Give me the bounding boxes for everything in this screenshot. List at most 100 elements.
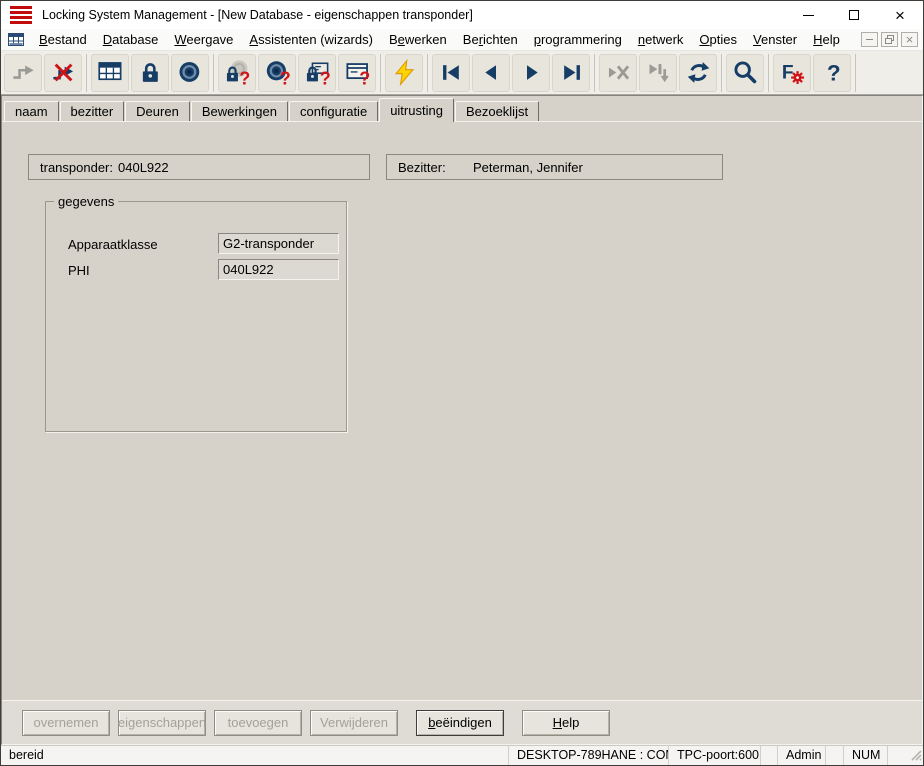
transponder-box: transponder: 040L922 xyxy=(28,154,370,180)
close-button[interactable]: × xyxy=(877,1,923,29)
menubar: BestandDatabaseWeergaveAssistenten (wiza… xyxy=(1,29,923,51)
svg-text:?: ? xyxy=(319,68,330,86)
mdi-close-button[interactable]: × xyxy=(901,32,918,47)
toolbar-nav-last-button[interactable] xyxy=(552,54,590,92)
menu-item-venster[interactable]: Venster xyxy=(745,30,805,49)
toolbar-read-transponder-button[interactable]: ? xyxy=(258,54,296,92)
window-title: Locking System Management - [New Databas… xyxy=(42,8,473,22)
menu-item-berichten[interactable]: Berichten xyxy=(455,30,526,49)
toolbar-new-transponder-button[interactable] xyxy=(171,54,209,92)
menu-item-bestand[interactable]: Bestand xyxy=(31,30,95,49)
apparaatklasse-label: Apparaatklasse xyxy=(68,237,158,252)
eigenschappen-button: eigenschappen xyxy=(118,710,206,736)
be-indigen-button[interactable]: beëindigen xyxy=(416,710,504,736)
toolbar-nav-prev-button[interactable] xyxy=(472,54,510,92)
help-button[interactable]: Help xyxy=(522,710,610,736)
tab-bewerkingen[interactable]: Bewerkingen xyxy=(191,101,288,121)
resize-grip[interactable] xyxy=(909,748,922,764)
toolbar-programming-flash-button[interactable] xyxy=(385,54,423,92)
menu-items: BestandDatabaseWeergaveAssistenten (wiza… xyxy=(31,30,848,49)
toolbar-separator xyxy=(427,54,428,92)
mdi-restore-button[interactable] xyxy=(881,32,898,47)
tabpage-uitrusting: transponder: 040L922 Bezitter: Peterman,… xyxy=(2,121,922,700)
toolbar-sync-arrow-button xyxy=(4,54,42,92)
verwijderen-button: Verwijderen xyxy=(310,710,398,736)
toolbar-nav-cancel-button xyxy=(599,54,637,92)
toolbar-separator xyxy=(594,54,595,92)
tab-naam[interactable]: naam xyxy=(4,101,59,121)
caption-buttons: × xyxy=(785,1,923,29)
toolbar-read-network-button[interactable]: ? xyxy=(338,54,376,92)
toolbar-search-button[interactable] xyxy=(726,54,764,92)
nav-prev-icon xyxy=(478,59,505,86)
toolbar-read-lock-button[interactable]: ? xyxy=(218,54,256,92)
status-num: NUM xyxy=(843,746,887,765)
toolbar-separator xyxy=(855,54,856,92)
nav-cancel-icon xyxy=(605,59,632,86)
new-matrix-icon xyxy=(97,59,124,86)
nav-next-icon xyxy=(518,59,545,86)
refresh-icon xyxy=(685,59,712,86)
toolbar-nav-next-button[interactable] xyxy=(512,54,550,92)
menu-item-programmering[interactable]: programmering xyxy=(526,30,630,49)
overnemen-button: overnemen xyxy=(22,710,110,736)
titlebar: Locking System Management - [New Databas… xyxy=(1,1,923,29)
maximize-icon xyxy=(849,10,859,20)
svg-text:?: ? xyxy=(239,68,250,86)
minimize-icon xyxy=(803,15,814,16)
tab-deuren[interactable]: Deuren xyxy=(125,101,190,121)
menu-item-weergave[interactable]: Weergave xyxy=(166,30,241,49)
phi-field[interactable] xyxy=(218,259,339,280)
toolbar-new-lock-button[interactable] xyxy=(131,54,169,92)
status-empty xyxy=(887,746,923,765)
menu-item-netwerk[interactable]: netwerk xyxy=(630,30,692,49)
menu-item-help[interactable]: Help xyxy=(805,30,848,49)
nav-skip-down-icon xyxy=(645,59,672,86)
app-logo-icon xyxy=(10,6,32,25)
mdi-child-buttons: × xyxy=(861,32,918,47)
disconnect-icon xyxy=(50,59,77,86)
toolbar-separator xyxy=(86,54,87,92)
toolbar-refresh-button[interactable] xyxy=(679,54,717,92)
tab-uitrusting[interactable]: uitrusting xyxy=(379,98,454,122)
transponder-label: transponder: xyxy=(29,160,118,175)
help-icon: ? xyxy=(819,59,846,86)
read-lock-g2-icon: ? xyxy=(304,59,331,86)
menu-item-bewerken[interactable]: Bewerken xyxy=(381,30,455,49)
close-icon: × xyxy=(895,7,905,24)
mdi-close-icon: × xyxy=(906,33,914,46)
menu-item-assistenten-wizards[interactable]: Assistenten (wizards) xyxy=(241,30,381,49)
tab-bezoeklijst[interactable]: Bezoeklijst xyxy=(455,101,539,121)
toolbar-separator xyxy=(768,54,769,92)
toolbar-read-lock-g2-button[interactable]: ? xyxy=(298,54,336,92)
status-empty xyxy=(825,746,843,765)
tab-configuratie[interactable]: configuratie xyxy=(289,101,378,121)
nav-first-icon xyxy=(438,59,465,86)
toolbar-nav-first-button[interactable] xyxy=(432,54,470,92)
toolbar-separator xyxy=(213,54,214,92)
bezitter-label: Bezitter: xyxy=(387,160,473,175)
new-transponder-icon xyxy=(177,59,204,86)
tab-bezitter[interactable]: bezitter xyxy=(60,101,125,121)
status-empty xyxy=(760,746,777,765)
programming-flash-icon xyxy=(391,59,418,86)
toolbar-disconnect-button[interactable] xyxy=(44,54,82,92)
mdi-minimize-button[interactable] xyxy=(861,32,878,47)
minimize-button[interactable] xyxy=(785,1,831,29)
toolbar-nav-skip-down-button xyxy=(639,54,677,92)
apparaatklasse-field[interactable] xyxy=(218,233,339,254)
menu-item-opties[interactable]: Opties xyxy=(691,30,745,49)
toolbar-filter-settings-button[interactable]: F xyxy=(773,54,811,92)
bottom-button-bar: overnemeneigenschappentoevoegenVerwijder… xyxy=(2,700,922,744)
maximize-button[interactable] xyxy=(831,1,877,29)
toolbar-new-matrix-button[interactable] xyxy=(91,54,129,92)
status-bereid: bereid xyxy=(1,746,508,765)
mdi-minimize-icon xyxy=(866,39,873,40)
toolbar-help-button[interactable]: ? xyxy=(813,54,851,92)
toolbar-separator xyxy=(721,54,722,92)
status-desktop-789hane-com: DESKTOP-789HANE : COM(*) xyxy=(508,746,668,765)
menu-item-database[interactable]: Database xyxy=(95,30,167,49)
status-admin: Admin xyxy=(777,746,825,765)
matrix-document-icon[interactable] xyxy=(8,32,24,47)
search-icon xyxy=(732,59,759,86)
